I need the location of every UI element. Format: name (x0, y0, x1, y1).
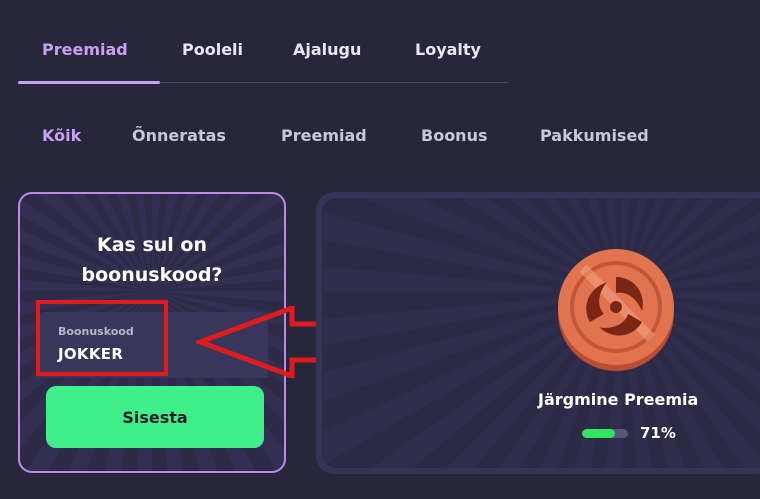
next-reward-label: Järgmine Preemia (538, 390, 699, 409)
main-tab-bar: Preemiad Pooleli Ajalugu Loyalty (18, 28, 508, 84)
active-tab-indicator (18, 81, 160, 84)
filter-pakkumised[interactable]: Pakkumised (540, 126, 649, 145)
tab-pooleli[interactable]: Pooleli (182, 40, 243, 59)
filter-boonus[interactable]: Boonus (421, 126, 487, 145)
reward-coin-icon (558, 249, 674, 371)
reward-progress-fill (582, 429, 615, 438)
filter-preemiad[interactable]: Preemiad (281, 126, 367, 145)
filter-onneratas[interactable]: Õnneratas (132, 126, 226, 145)
next-reward-card: Järgmine Preemia 71% (316, 192, 760, 474)
bonus-code-title: Kas sul on boonuskood? (81, 234, 223, 286)
submit-button[interactable]: Sisesta (46, 386, 264, 448)
filter-tab-bar: Kõik Õnneratas Preemiad Boonus Pakkumise… (0, 122, 760, 152)
tab-preemiad[interactable]: Preemiad (42, 40, 128, 59)
tab-loyalty[interactable]: Loyalty (415, 40, 481, 59)
tab-ajalugu[interactable]: Ajalugu (293, 40, 361, 59)
reward-card-background (322, 198, 760, 468)
reward-progress-percent: 71% (640, 424, 676, 442)
highlight-box (36, 300, 168, 376)
filter-koik[interactable]: Kõik (42, 126, 81, 145)
reward-progress-bar (582, 429, 628, 438)
